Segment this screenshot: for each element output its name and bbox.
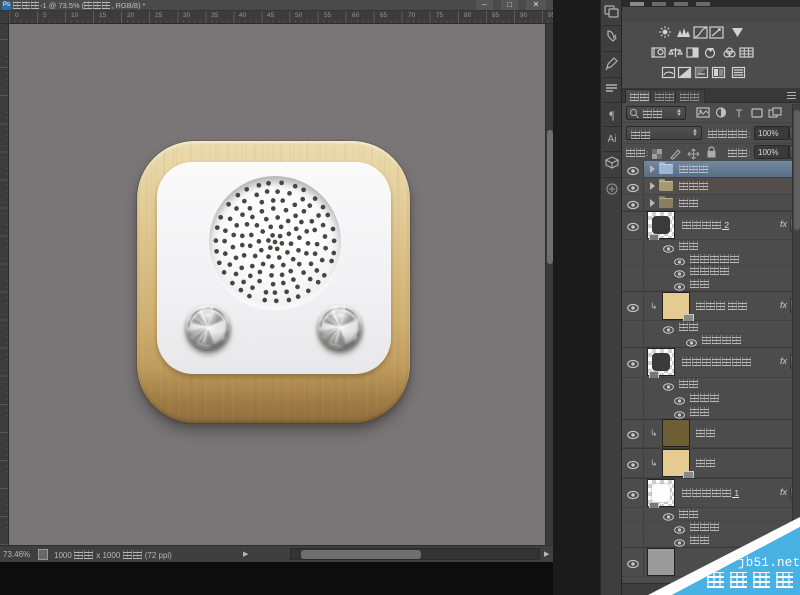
svg-text:¶: ¶ — [609, 108, 615, 122]
svg-text:T: T — [736, 108, 743, 119]
svg-text:Ai: Ai — [608, 134, 617, 145]
